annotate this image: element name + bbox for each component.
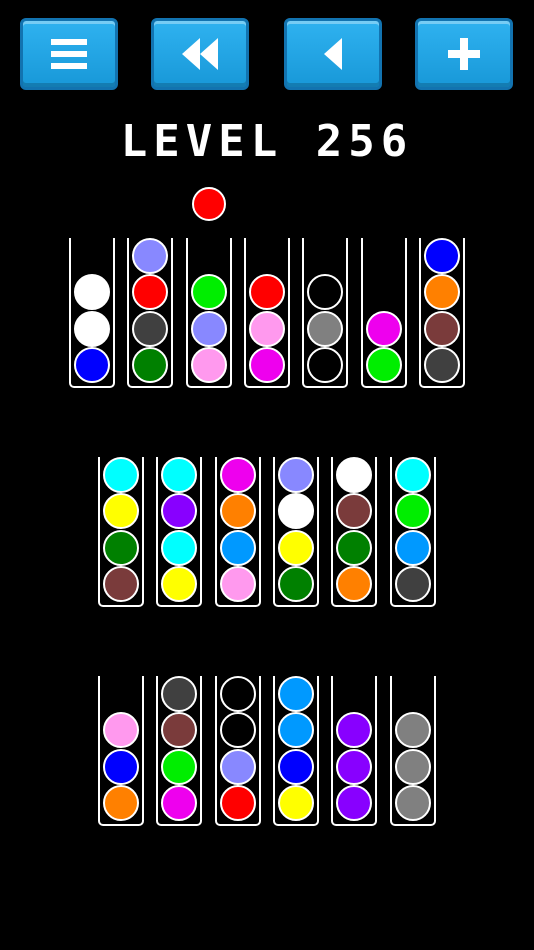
- toolbar: [0, 0, 534, 100]
- ball: [132, 311, 168, 347]
- tube-row1-5[interactable]: [302, 238, 348, 388]
- tube-row1-2[interactable]: [127, 238, 173, 388]
- tube-row3-6[interactable]: [390, 676, 436, 826]
- tube-row3-4[interactable]: [273, 676, 319, 826]
- ball: [424, 311, 460, 347]
- tube-row2-1[interactable]: [98, 457, 144, 607]
- ball: [278, 566, 314, 602]
- ball: [395, 785, 431, 821]
- tube-row2-5[interactable]: [331, 457, 377, 607]
- tube-row1-6[interactable]: [361, 238, 407, 388]
- ball: [278, 457, 314, 493]
- ball: [336, 457, 372, 493]
- tube-row2-6[interactable]: [390, 457, 436, 607]
- ball: [220, 530, 256, 566]
- ball: [103, 785, 139, 821]
- ball: [336, 785, 372, 821]
- ball: [220, 493, 256, 529]
- ball: [220, 457, 256, 493]
- ball: [103, 457, 139, 493]
- ball: [161, 712, 197, 748]
- ball: [103, 493, 139, 529]
- ball: [161, 749, 197, 785]
- ball: [74, 347, 110, 383]
- ball: [307, 311, 343, 347]
- ball: [336, 493, 372, 529]
- tube-row2-3[interactable]: [215, 457, 261, 607]
- ball: [336, 530, 372, 566]
- add-tube-button[interactable]: [415, 18, 513, 90]
- ball: [161, 676, 197, 712]
- ball: [220, 712, 256, 748]
- ball: [424, 347, 460, 383]
- ball: [249, 311, 285, 347]
- menu-button[interactable]: [20, 18, 118, 90]
- ball: [278, 785, 314, 821]
- ball: [395, 749, 431, 785]
- ball: [395, 493, 431, 529]
- ball: [395, 712, 431, 748]
- ball: [307, 274, 343, 310]
- ball: [395, 530, 431, 566]
- tube-row3-1[interactable]: [98, 676, 144, 826]
- ball: [395, 566, 431, 602]
- ball: [366, 347, 402, 383]
- ball: [103, 566, 139, 602]
- ball: [132, 238, 168, 274]
- ball: [191, 311, 227, 347]
- ball: [249, 274, 285, 310]
- ball: [103, 712, 139, 748]
- ball: [278, 676, 314, 712]
- ball: [74, 311, 110, 347]
- ball: [103, 530, 139, 566]
- ball: [278, 493, 314, 529]
- plus-icon: [448, 38, 480, 70]
- undo-button[interactable]: [284, 18, 382, 90]
- tube-row2-2[interactable]: [156, 457, 202, 607]
- tube-row1-1[interactable]: [69, 238, 115, 388]
- ball: [132, 274, 168, 310]
- ball: [191, 274, 227, 310]
- ball: [132, 347, 168, 383]
- ball: [278, 749, 314, 785]
- ball: [307, 347, 343, 383]
- ball: [220, 785, 256, 821]
- level-title: LEVEL 256: [120, 116, 414, 167]
- ball: [74, 274, 110, 310]
- ball: [191, 347, 227, 383]
- menu-icon: [51, 39, 87, 69]
- back-arrow-icon: [324, 38, 342, 70]
- ball: [424, 274, 460, 310]
- ball: [278, 530, 314, 566]
- ball: [336, 566, 372, 602]
- tube-row3-2[interactable]: [156, 676, 202, 826]
- ball: [103, 749, 139, 785]
- ball: [161, 530, 197, 566]
- tube-row1-7[interactable]: [419, 238, 465, 388]
- ball: [220, 566, 256, 602]
- ball: [336, 712, 372, 748]
- ball: [395, 457, 431, 493]
- restart-button[interactable]: [151, 18, 249, 90]
- tube-row1-4[interactable]: [244, 238, 290, 388]
- rewind-icon: [182, 38, 218, 70]
- held-ball: [192, 187, 226, 221]
- ball: [278, 712, 314, 748]
- tube-row3-3[interactable]: [215, 676, 261, 826]
- ball: [161, 566, 197, 602]
- tube-row1-3[interactable]: [186, 238, 232, 388]
- ball: [161, 785, 197, 821]
- ball: [161, 493, 197, 529]
- ball: [249, 347, 285, 383]
- ball: [220, 676, 256, 712]
- ball: [336, 749, 372, 785]
- ball: [220, 749, 256, 785]
- tube-row2-4[interactable]: [273, 457, 319, 607]
- ball: [161, 457, 197, 493]
- ball: [366, 311, 402, 347]
- ball: [424, 238, 460, 274]
- tube-row3-5[interactable]: [331, 676, 377, 826]
